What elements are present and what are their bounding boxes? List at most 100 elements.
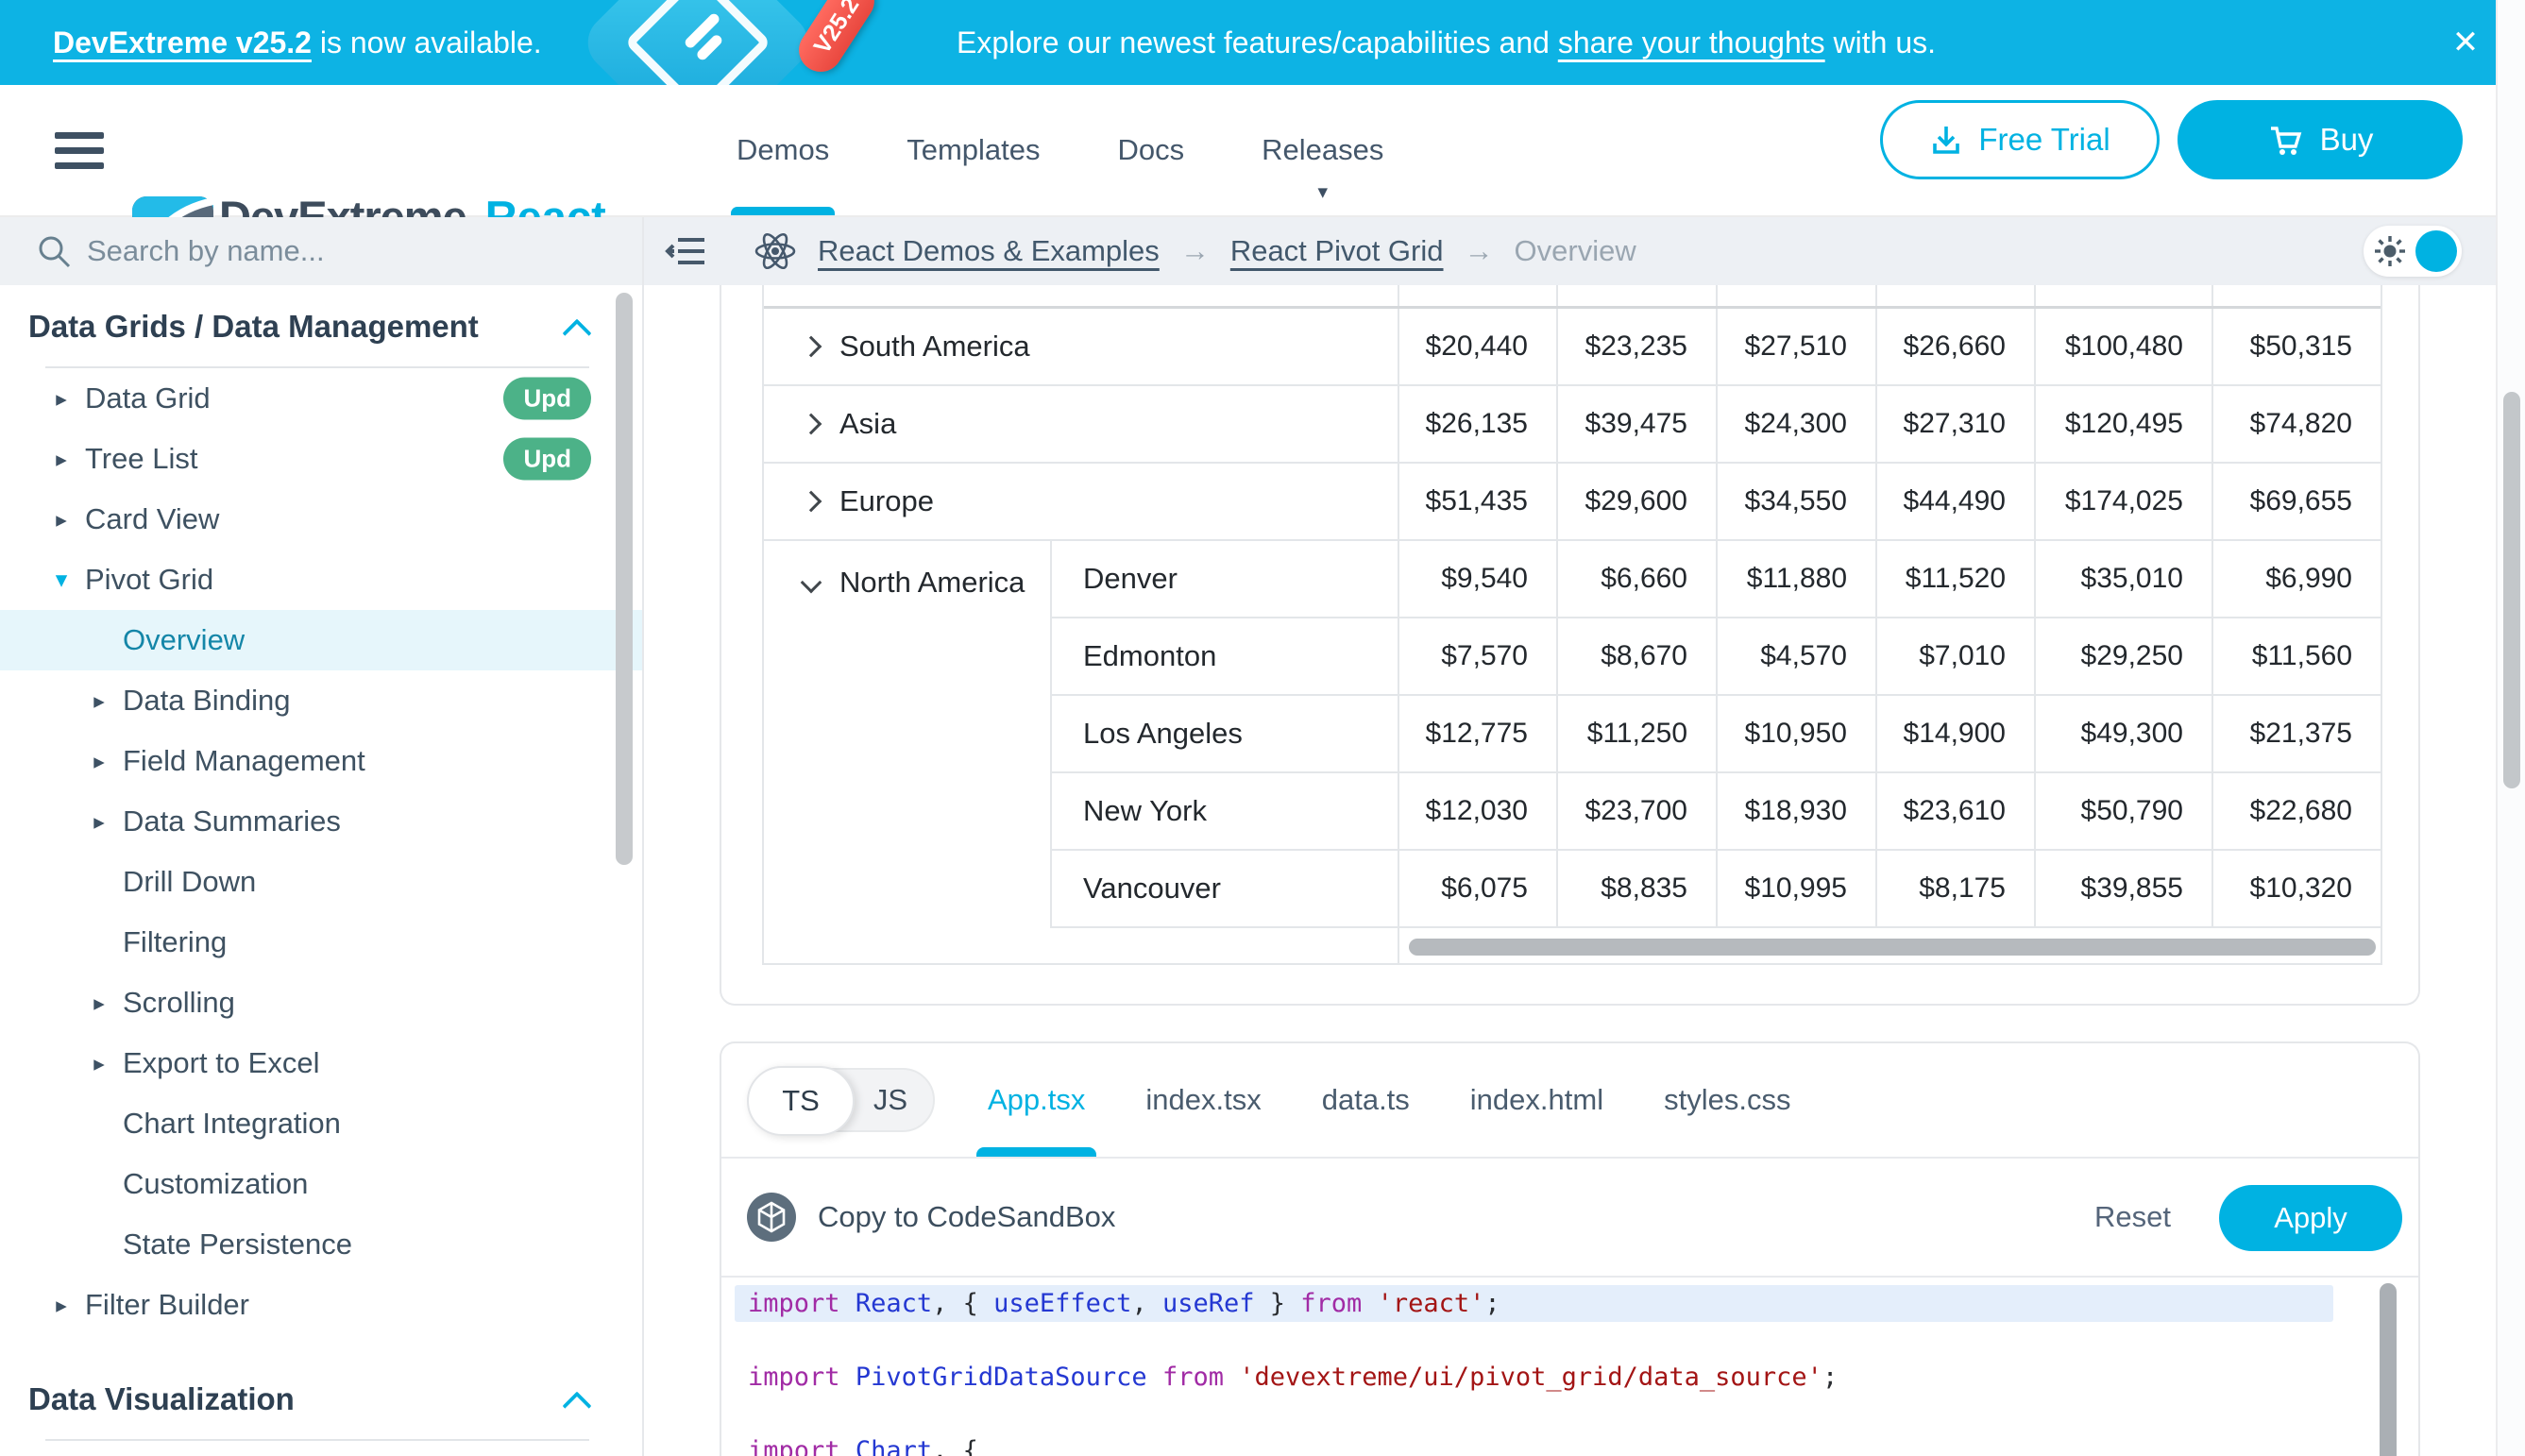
apply-button[interactable]: Apply [2219,1185,2402,1251]
sidebar-item-state-persistence[interactable]: State Persistence [0,1214,642,1275]
chevron-right-icon[interactable]: ▸ [49,1293,74,1318]
banner-release-link[interactable]: DevExtreme v25.2 [53,25,312,60]
sidebar-item-tree-list[interactable]: ▸Tree ListUpd [0,429,642,489]
theme-toggle[interactable] [2364,226,2462,277]
chevron-right-icon[interactable]: ▸ [87,1051,111,1076]
chevron-right-icon[interactable]: ▸ [49,386,74,412]
sidebar-item-filter-builder[interactable]: ▸Filter Builder [0,1275,642,1335]
pivot-cell-clipped-col2[interactable] [1558,285,1718,306]
code-editor[interactable]: import React, { useEffect, useRef } from… [721,1278,2418,1456]
pivot-cell-denver-col4[interactable]: $11,520 [1877,541,2036,617]
chevron-down-icon[interactable]: ▾ [49,566,74,594]
sidebar-item-customization[interactable]: Customization [0,1154,642,1214]
sidebar-item-chart-integration[interactable]: Chart Integration [0,1093,642,1154]
sidebar-item-field-management[interactable]: ▸Field Management [0,731,642,791]
pivot-cell-asia-col2[interactable]: $39,475 [1558,386,1718,462]
tab-index-html[interactable]: index.html [1470,1043,1603,1157]
free-trial-button[interactable]: Free Trial [1880,100,2160,179]
language-toggle[interactable]: TSJS [748,1068,935,1132]
pivot-row-header-asia[interactable]: Asia [764,386,1399,462]
codesandbox-icon[interactable] [746,1192,797,1243]
pivot-cell-asia-col5[interactable]: $120,495 [2036,386,2213,462]
pivot-cell-clipped-col6[interactable] [2213,285,2381,306]
hamburger-menu-icon[interactable] [55,132,104,169]
pivot-row-header-los-angeles[interactable]: Los Angeles [1052,696,1399,771]
pivot-cell-denver-col1[interactable]: $9,540 [1399,541,1558,617]
pivot-cell-los-angeles-col6[interactable]: $21,375 [2213,696,2381,771]
pivot-cell-asia-col1[interactable]: $26,135 [1399,386,1558,462]
pivot-cell-denver-col6[interactable]: $6,990 [2213,541,2381,617]
pivot-cell-edmonton-col3[interactable]: $4,570 [1718,618,1877,694]
nav-item-docs[interactable]: Docs [1116,85,1187,215]
nav-item-demos[interactable]: Demos [735,85,831,215]
expand-chevron-icon[interactable] [801,491,822,513]
pivot-cell-new-york-col2[interactable]: $23,700 [1558,773,1718,849]
chevron-right-icon[interactable]: ▸ [87,990,111,1016]
sidebar-item-filtering[interactable]: Filtering [0,912,642,973]
pivot-row-header-vancouver[interactable]: Vancouver [1052,851,1399,926]
pivot-cell-europe-col6[interactable]: $69,655 [2213,464,2381,539]
pivot-cell-vancouver-col5[interactable]: $39,855 [2036,851,2213,926]
language-option-ts-selected[interactable]: TS [747,1066,855,1136]
pivot-row-header-europe[interactable]: Europe [764,464,1399,539]
breadcrumb-react-demos-examples[interactable]: React Demos & Examples [818,234,1160,268]
pivot-row-header-north-america[interactable]: North America [764,541,1052,928]
pivot-cell-edmonton-col2[interactable]: $8,670 [1558,618,1718,694]
pivot-row-header-denver[interactable]: Denver [1052,541,1399,617]
tab-index-tsx[interactable]: index.tsx [1145,1043,1261,1157]
pivot-row-header-edmonton[interactable]: Edmonton [1052,618,1399,694]
reset-button[interactable]: Reset [2094,1200,2171,1234]
pivot-cell-new-york-col5[interactable]: $50,790 [2036,773,2213,849]
pivot-cell-denver-col5[interactable]: $35,010 [2036,541,2213,617]
pivot-cell-south-america-col3[interactable]: $27,510 [1718,309,1877,384]
pivot-cell-clipped-col4[interactable] [1877,285,2036,306]
nav-item-releases[interactable]: Releases▾ [1260,85,1385,215]
chevron-right-icon[interactable]: ▸ [87,809,111,835]
sidebar-item-export-to-excel[interactable]: ▸Export to Excel [0,1033,642,1093]
pivot-row-header-new-york[interactable]: New York [1052,773,1399,849]
buy-button[interactable]: Buy [2178,100,2463,179]
pivot-cell-los-angeles-col4[interactable]: $14,900 [1877,696,2036,771]
search-input[interactable] [87,234,578,268]
banner-close-icon[interactable]: ✕ [2436,0,2495,85]
pivot-cell-vancouver-col3[interactable]: $10,995 [1718,851,1877,926]
pivot-cell-new-york-col6[interactable]: $22,680 [2213,773,2381,849]
page-scrollbar-track[interactable] [2496,0,2525,1456]
pivot-cell-new-york-col3[interactable]: $18,930 [1718,773,1877,849]
chevron-right-icon[interactable]: ▸ [49,447,74,472]
pivot-cell-los-angeles-col5[interactable]: $49,300 [2036,696,2213,771]
pivot-cell-clipped-col3[interactable] [1718,285,1877,306]
breadcrumb-react-pivot-grid[interactable]: React Pivot Grid [1230,234,1444,268]
sidebar-item-overview[interactable]: Overview [0,610,642,670]
pivot-cell-clipped-col1[interactable] [1399,285,1558,306]
nav-item-templates[interactable]: Templates [905,85,1042,215]
sidebar-item-data-grid[interactable]: ▸Data GridUpd [0,368,642,429]
pivot-cell-europe-col5[interactable]: $174,025 [2036,464,2213,539]
tab-app-tsx[interactable]: App.tsx [988,1043,1085,1157]
pivot-cell-vancouver-col1[interactable]: $6,075 [1399,851,1558,926]
tab-data-ts[interactable]: data.ts [1322,1043,1410,1157]
pivot-cell-south-america-col1[interactable]: $20,440 [1399,309,1558,384]
expand-chevron-icon[interactable] [801,336,822,358]
pivot-cell-vancouver-col2[interactable]: $8,835 [1558,851,1718,926]
pivot-cell-europe-col4[interactable]: $44,490 [1877,464,2036,539]
pivot-cell-clipped-col5[interactable] [2036,285,2213,306]
code-scrollbar[interactable] [2380,1283,2397,1456]
chevron-up-icon[interactable] [562,318,591,347]
sidebar-item-card-view[interactable]: ▸Card View [0,489,642,550]
chevron-up-icon[interactable] [562,1391,591,1420]
page-scrollbar-thumb[interactable] [2503,392,2520,788]
collapse-panel-icon[interactable] [665,233,708,269]
pivot-row-header-south-america[interactable]: South America [764,309,1399,384]
pivot-cell-edmonton-col5[interactable]: $29,250 [2036,618,2213,694]
pivot-cell-asia-col4[interactable]: $27,310 [1877,386,2036,462]
theme-toggle-knob[interactable] [2415,230,2457,272]
pivot-cell-edmonton-col1[interactable]: $7,570 [1399,618,1558,694]
pivot-cell-asia-col6[interactable]: $74,820 [2213,386,2381,462]
sidebar-item-pivot-grid[interactable]: ▾Pivot Grid [0,550,642,610]
pivot-cell-europe-col3[interactable]: $34,550 [1718,464,1877,539]
sidebar-item-drill-down[interactable]: Drill Down [0,852,642,912]
pivot-cell-vancouver-col6[interactable]: $10,320 [2213,851,2381,926]
copy-to-codesandbox-label[interactable]: Copy to CodeSandBox [818,1200,1115,1234]
collapse-chevron-icon[interactable] [801,572,822,594]
